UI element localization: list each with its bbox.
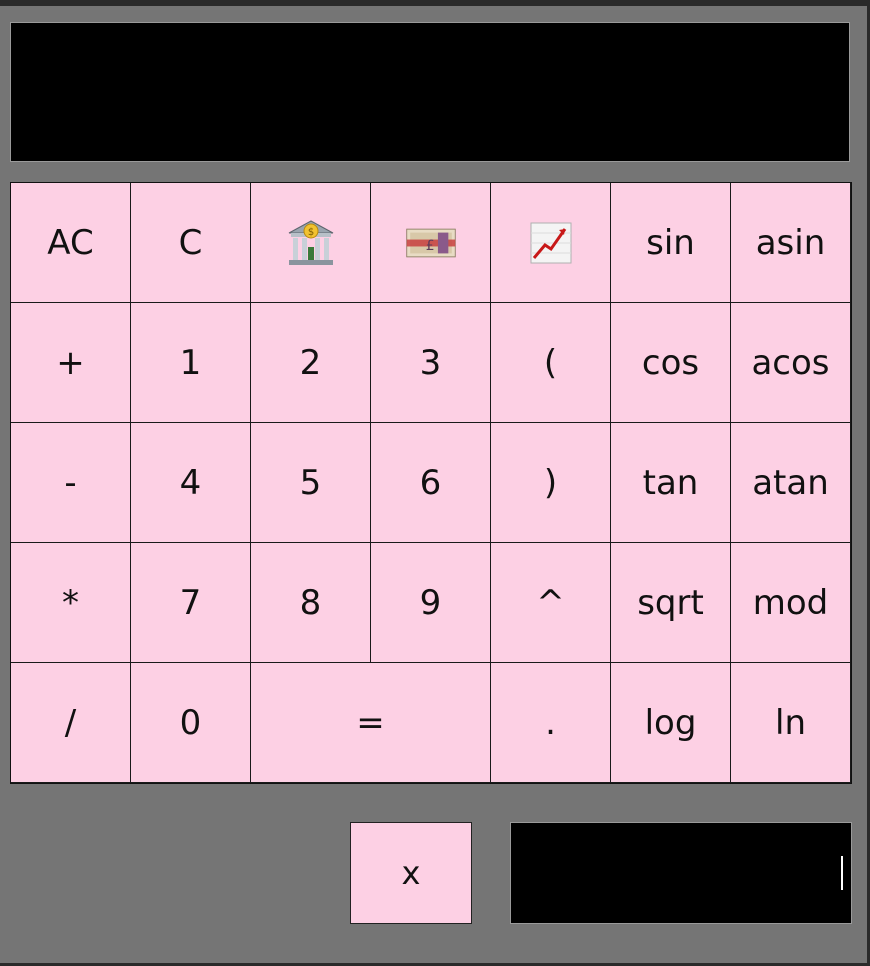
text-caret: [841, 856, 843, 890]
acos-button[interactable]: acos: [731, 303, 851, 423]
digit-1-button[interactable]: 1: [131, 303, 251, 423]
clear-button[interactable]: C: [131, 183, 251, 303]
chart-increasing-icon: [530, 222, 571, 263]
open-paren-button[interactable]: (: [491, 303, 611, 423]
digit-6-button[interactable]: 6: [371, 423, 491, 543]
close-button[interactable]: x: [350, 822, 472, 924]
equals-button[interactable]: =: [251, 663, 491, 783]
digit-2-button[interactable]: 2: [251, 303, 371, 423]
ln-button[interactable]: ln: [731, 663, 851, 783]
sin-button[interactable]: sin: [611, 183, 731, 303]
keypad: AC C $ £ sin asin + 1 2 3 (cos acos - 4…: [10, 182, 852, 784]
log-button[interactable]: log: [611, 663, 731, 783]
multiply-button[interactable]: *: [11, 543, 131, 663]
decimal-point-button[interactable]: .: [491, 663, 611, 783]
bank-icon: $: [288, 219, 333, 265]
sqrt-button[interactable]: sqrt: [611, 543, 731, 663]
digit-7-button[interactable]: 7: [131, 543, 251, 663]
digit-4-button[interactable]: 4: [131, 423, 251, 543]
mod-button[interactable]: mod: [731, 543, 851, 663]
window-top-border: [0, 0, 870, 6]
power-button[interactable]: ^: [491, 543, 611, 663]
digit-0-button[interactable]: 0: [131, 663, 251, 783]
svg-text:$: $: [307, 227, 313, 238]
secondary-input-field[interactable]: [510, 822, 852, 924]
asin-button[interactable]: asin: [731, 183, 851, 303]
atan-button[interactable]: atan: [731, 423, 851, 543]
tan-button[interactable]: tan: [611, 423, 731, 543]
calculator-display: [10, 22, 850, 162]
digit-9-button[interactable]: 9: [371, 543, 491, 663]
currency-button[interactable]: £: [371, 183, 491, 303]
digit-5-button[interactable]: 5: [251, 423, 371, 543]
svg-text:£: £: [425, 237, 434, 253]
plus-button[interactable]: +: [11, 303, 131, 423]
cos-button[interactable]: cos: [611, 303, 731, 423]
digit-3-button[interactable]: 3: [371, 303, 491, 423]
all-clear-button[interactable]: AC: [11, 183, 131, 303]
close-paren-button[interactable]: ): [491, 423, 611, 543]
minus-button[interactable]: -: [11, 423, 131, 543]
chart-button[interactable]: [491, 183, 611, 303]
pound-banknote-icon: £: [405, 228, 456, 257]
bank-button[interactable]: $: [251, 183, 371, 303]
digit-8-button[interactable]: 8: [251, 543, 371, 663]
divide-button[interactable]: /: [11, 663, 131, 783]
